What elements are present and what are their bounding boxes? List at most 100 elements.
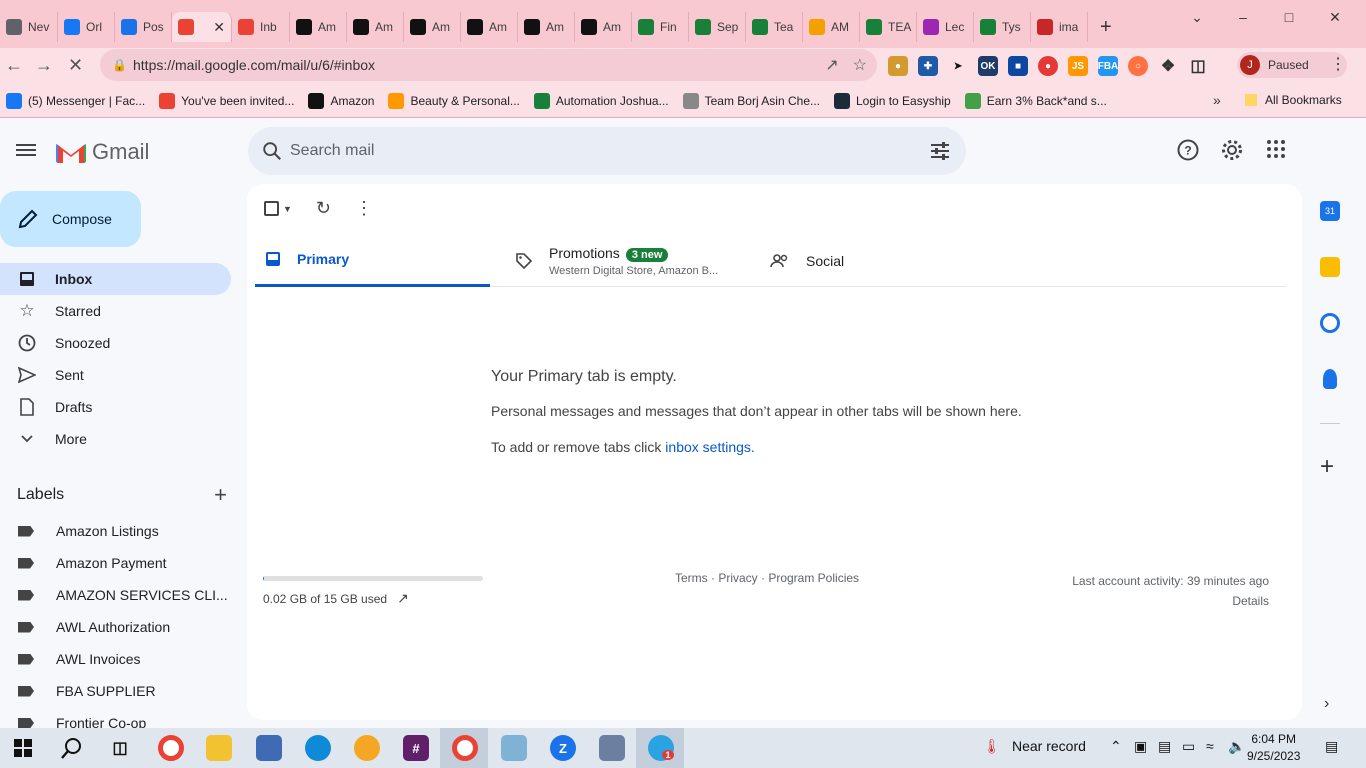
- new-tab-button[interactable]: +: [1100, 16, 1112, 39]
- bookmarks-overflow-icon[interactable]: »: [1213, 92, 1221, 108]
- telegram-icon[interactable]: 1: [648, 735, 674, 761]
- meet-now-icon[interactable]: ▣: [1134, 738, 1147, 755]
- weather-text[interactable]: Near record: [1012, 738, 1086, 754]
- vpn-icon[interactable]: [354, 735, 380, 761]
- file-explorer-icon[interactable]: [206, 735, 232, 761]
- notifications-icon[interactable]: ▤: [1325, 738, 1338, 755]
- add-label-icon[interactable]: +: [214, 482, 227, 508]
- extension-icon[interactable]: OK: [978, 56, 998, 76]
- gmail-logo[interactable]: Gmail: [56, 139, 149, 165]
- browser-tab[interactable]: Orl: [58, 12, 115, 42]
- browser-tab[interactable]: Inb: [232, 12, 290, 42]
- details-link[interactable]: Details: [1072, 591, 1269, 611]
- sidebar-item-inbox[interactable]: Inbox: [0, 263, 231, 295]
- tab-primary[interactable]: Primary: [255, 234, 490, 287]
- browser-tab[interactable]: ima: [1031, 12, 1088, 42]
- more-options-icon[interactable]: ⋮: [355, 198, 373, 219]
- browser-tab[interactable]: Nev: [0, 12, 58, 42]
- extension-icon[interactable]: ■: [1008, 56, 1028, 76]
- select-dropdown-icon[interactable]: ▼: [283, 204, 292, 214]
- search-options-icon[interactable]: [930, 141, 950, 161]
- close-tab-icon[interactable]: ✕: [213, 19, 225, 36]
- tasks-icon[interactable]: [1320, 313, 1340, 333]
- label-item[interactable]: FBA SUPPLIER: [0, 675, 240, 707]
- sidebar-item-drafts[interactable]: Drafts: [0, 391, 231, 423]
- slack-icon[interactable]: #: [403, 735, 429, 761]
- volume-icon[interactable]: 🔈: [1228, 738, 1245, 755]
- browser-tab[interactable]: Pos: [115, 12, 172, 42]
- tab-social[interactable]: Social: [760, 234, 1000, 287]
- browser-tab[interactable]: Am: [404, 12, 461, 42]
- edge-icon[interactable]: [305, 735, 331, 761]
- extension-icon[interactable]: ○: [1128, 56, 1148, 76]
- expand-panel-icon[interactable]: ›: [1324, 695, 1329, 713]
- forward-button[interactable]: →: [35, 55, 53, 76]
- search-bar[interactable]: [248, 127, 966, 175]
- browser-tab[interactable]: Fin: [632, 12, 689, 42]
- label-item[interactable]: Amazon Listings: [0, 515, 240, 547]
- zoho-icon[interactable]: Z: [550, 735, 576, 761]
- footer-links[interactable]: Terms · Privacy · Program Policies: [675, 571, 859, 585]
- browser-tab[interactable]: ✕: [172, 12, 232, 42]
- close-window-button[interactable]: ✕: [1312, 6, 1358, 28]
- bookmark-item[interactable]: Team Borj Asin Che...: [682, 92, 820, 109]
- sidebar-item-sent[interactable]: Sent: [0, 359, 231, 391]
- task-view-icon[interactable]: ◫: [107, 735, 133, 761]
- browser-tab[interactable]: AM: [803, 12, 860, 42]
- wifi-icon[interactable]: ≈: [1206, 738, 1214, 754]
- side-panel-icon[interactable]: ◫: [1188, 56, 1208, 76]
- browser-tab[interactable]: Am: [290, 12, 347, 42]
- address-bar[interactable]: 🔒 https://mail.google.com/mail/u/6/#inbo…: [100, 49, 877, 81]
- puzzle-icon[interactable]: ❖: [1158, 56, 1178, 76]
- apps-grid-icon[interactable]: [1266, 139, 1286, 159]
- minimize-button[interactable]: –: [1220, 6, 1266, 28]
- browser-tab[interactable]: TEA: [860, 12, 917, 42]
- checkbox-icon[interactable]: [264, 201, 279, 216]
- back-button[interactable]: ←: [5, 55, 23, 76]
- search-icon[interactable]: [61, 737, 83, 759]
- windows-start-icon[interactable]: [14, 739, 32, 757]
- maximize-button[interactable]: □: [1266, 6, 1312, 28]
- browser-tab[interactable]: Am: [461, 12, 518, 42]
- bookmark-item[interactable]: Earn 3% Back*and s...: [964, 92, 1107, 109]
- sidebar-item-starred[interactable]: ☆ Starred: [0, 295, 231, 327]
- bookmark-star-icon[interactable]: ☆: [853, 55, 867, 75]
- calendar-icon[interactable]: 31: [1320, 201, 1340, 221]
- browser-tab[interactable]: Tea: [746, 12, 803, 42]
- browser-menu-icon[interactable]: ⋮: [1330, 54, 1346, 74]
- extension-icon[interactable]: ➤: [948, 56, 968, 76]
- inbox-settings-link[interactable]: inbox settings: [665, 439, 751, 455]
- fba-extension-icon[interactable]: FBA: [1098, 56, 1118, 76]
- chrome-icon[interactable]: [158, 735, 184, 761]
- all-bookmarks-button[interactable]: All Bookmarks: [1245, 93, 1342, 107]
- clock[interactable]: 6:04 PM 9/25/2023: [1247, 731, 1300, 765]
- browser-tab[interactable]: Lec: [917, 12, 974, 42]
- contacts-icon[interactable]: [1323, 369, 1337, 389]
- bookmark-item[interactable]: (5) Messenger | Fac...: [6, 92, 145, 109]
- label-item[interactable]: Frontier Co-op: [0, 707, 240, 728]
- js-extension-icon[interactable]: JS: [1068, 56, 1088, 76]
- extension-icon[interactable]: ✚: [918, 56, 938, 76]
- label-item[interactable]: Amazon Payment: [0, 547, 240, 579]
- bookmark-item[interactable]: You've been invited...: [159, 92, 294, 109]
- chrome-profile-icon[interactable]: [452, 735, 478, 761]
- browser-tab[interactable]: Am: [518, 12, 575, 42]
- extension-icon[interactable]: ●: [888, 56, 908, 76]
- bookmark-item[interactable]: Beauty & Personal...: [388, 92, 520, 109]
- tab-search-icon[interactable]: ⌄: [1174, 6, 1220, 28]
- keep-icon[interactable]: [1320, 257, 1340, 277]
- label-item[interactable]: AWL Authorization: [0, 611, 240, 643]
- battery-icon[interactable]: ▭: [1182, 738, 1195, 755]
- bookmark-item[interactable]: Login to Easyship: [834, 92, 951, 109]
- browser-tab[interactable]: Tys: [974, 12, 1031, 42]
- tab-promotions[interactable]: Promotions 3 new Western Digital Store, A…: [505, 234, 755, 287]
- help-icon[interactable]: ?: [1177, 139, 1199, 161]
- lock-icon[interactable]: 🔒: [112, 58, 127, 72]
- main-menu-icon[interactable]: [16, 141, 36, 161]
- bookmark-item[interactable]: Amazon: [308, 92, 374, 109]
- label-item[interactable]: AWL Invoices: [0, 643, 240, 675]
- browser-tab[interactable]: Am: [575, 12, 632, 42]
- search-input[interactable]: [290, 127, 890, 175]
- browser-tab[interactable]: Am: [347, 12, 404, 42]
- url-text[interactable]: https://mail.google.com/mail/u/6/#inbox: [133, 57, 375, 73]
